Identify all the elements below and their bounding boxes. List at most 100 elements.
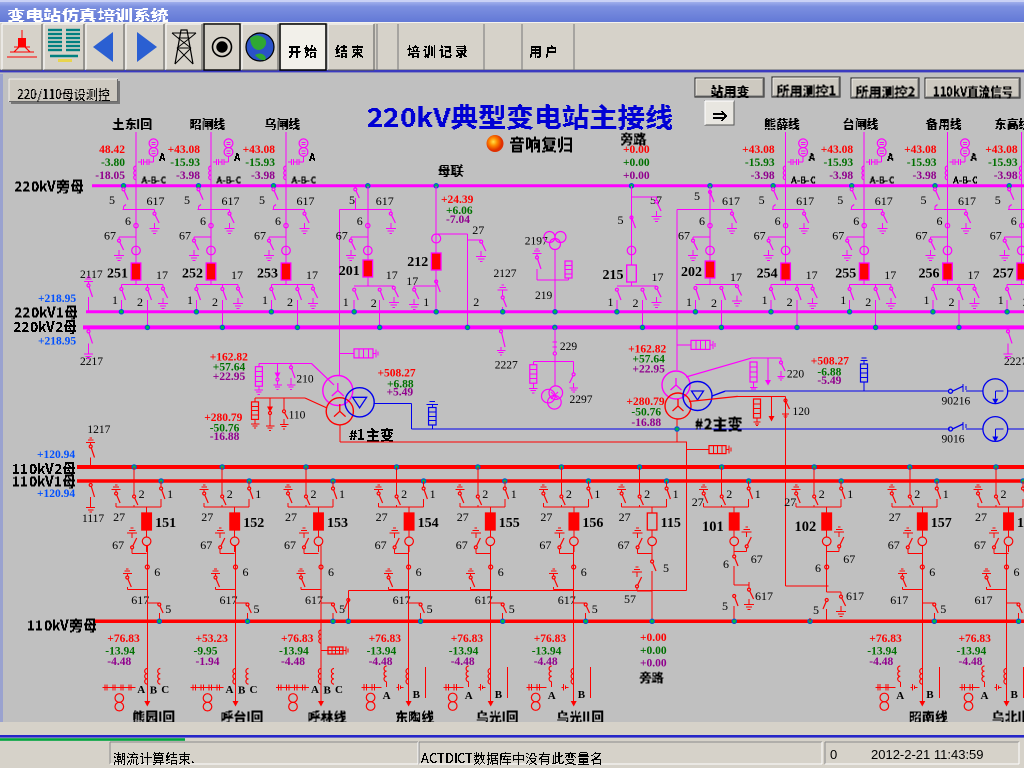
svg-text:2: 2 <box>914 487 920 501</box>
svg-text:6: 6 <box>416 565 422 579</box>
svg-text:C: C <box>250 684 258 696</box>
svg-text:-4.48: -4.48 <box>107 656 131 668</box>
svg-text:48.42: 48.42 <box>99 144 125 156</box>
svg-text:2: 2 <box>726 487 732 501</box>
svg-text:-4.48: -4.48 <box>534 656 558 668</box>
svg-text:251: 251 <box>107 267 128 282</box>
svg-text:67: 67 <box>916 229 928 243</box>
svg-text:+53.23: +53.23 <box>196 633 229 645</box>
svg-text:A: A <box>548 690 556 702</box>
svg-text:27: 27 <box>285 510 297 524</box>
svg-text:B: B <box>578 689 586 701</box>
svg-text:1: 1 <box>262 293 268 307</box>
svg-text:+22.95: +22.95 <box>632 364 665 376</box>
svg-text:A: A <box>465 690 473 702</box>
svg-text:2: 2 <box>819 487 825 501</box>
svg-text:17: 17 <box>231 268 243 282</box>
svg-text:2127: 2127 <box>494 268 517 280</box>
svg-text:617: 617 <box>376 194 394 208</box>
svg-text:27: 27 <box>784 495 796 509</box>
svg-text:617: 617 <box>558 593 576 607</box>
svg-text:+0.00: +0.00 <box>623 157 650 169</box>
svg-text:67: 67 <box>974 538 986 552</box>
svg-text:212: 212 <box>407 255 428 270</box>
svg-text:67: 67 <box>888 538 900 552</box>
svg-text:-16.88: -16.88 <box>631 417 661 429</box>
svg-text:2227: 2227 <box>1004 356 1024 368</box>
svg-text:67: 67 <box>200 538 212 552</box>
svg-text:27: 27 <box>457 510 469 524</box>
svg-text:2217: 2217 <box>80 356 103 368</box>
svg-text:6: 6 <box>853 214 859 228</box>
svg-text:6: 6 <box>581 565 587 579</box>
svg-text:67: 67 <box>284 538 296 552</box>
svg-text:617: 617 <box>890 593 908 607</box>
svg-text:6: 6 <box>723 557 729 571</box>
svg-text:17: 17 <box>156 268 168 282</box>
svg-text:-15.93: -15.93 <box>907 157 937 169</box>
svg-text:2117: 2117 <box>80 269 103 281</box>
svg-text:27: 27 <box>376 510 388 524</box>
svg-text:1: 1 <box>755 487 761 501</box>
svg-text:617: 617 <box>475 593 493 607</box>
svg-text:2: 2 <box>644 487 650 501</box>
svg-text:1: 1 <box>594 487 600 501</box>
svg-text:17: 17 <box>884 268 896 282</box>
svg-text:-4.48: -4.48 <box>869 656 893 668</box>
svg-text:215: 215 <box>603 268 624 283</box>
svg-text:-7.04: -7.04 <box>446 214 470 226</box>
svg-text:17: 17 <box>652 270 664 284</box>
svg-text:-4.48: -4.48 <box>281 656 305 668</box>
svg-text:17: 17 <box>806 268 818 282</box>
svg-text:-15.93: -15.93 <box>745 157 775 169</box>
svg-text:17: 17 <box>386 268 398 282</box>
svg-text:617: 617 <box>131 593 149 607</box>
svg-text:2: 2 <box>711 296 717 310</box>
svg-text:617: 617 <box>846 589 864 603</box>
svg-text:27: 27 <box>113 510 125 524</box>
svg-text:2: 2 <box>139 487 145 501</box>
svg-text:A: A <box>137 684 145 696</box>
svg-text:-3.98: -3.98 <box>176 170 200 182</box>
svg-text:67: 67 <box>112 538 124 552</box>
svg-text:+5.49: +5.49 <box>387 387 414 399</box>
svg-text:6: 6 <box>357 214 363 228</box>
svg-text:254: 254 <box>757 267 778 282</box>
svg-text:+76.83: +76.83 <box>534 633 567 645</box>
svg-text:9016: 9016 <box>942 434 965 446</box>
svg-text:A: A <box>896 690 904 702</box>
svg-text:120: 120 <box>793 406 811 418</box>
svg-text:1: 1 <box>762 293 768 307</box>
svg-text:2012-2-21 11:43:59: 2012-2-21 11:43:59 <box>871 747 984 762</box>
svg-text:-3.98: -3.98 <box>913 170 937 182</box>
svg-text:27: 27 <box>975 510 987 524</box>
svg-text:1: 1 <box>840 293 846 307</box>
svg-text:6: 6 <box>1014 565 1020 579</box>
svg-text:617: 617 <box>220 593 238 607</box>
svg-text:90216: 90216 <box>942 396 971 408</box>
svg-text:17: 17 <box>306 268 318 282</box>
svg-text:67: 67 <box>832 229 844 243</box>
svg-text:155: 155 <box>499 516 520 531</box>
svg-text:1: 1 <box>112 293 118 307</box>
svg-text:2: 2 <box>865 295 871 309</box>
svg-text:2: 2 <box>949 295 955 309</box>
svg-text:156: 156 <box>582 516 603 531</box>
svg-text:-1.94: -1.94 <box>196 656 220 668</box>
svg-text:+120.94: +120.94 <box>37 449 75 461</box>
svg-text:27: 27 <box>889 510 901 524</box>
svg-text:67: 67 <box>618 538 630 552</box>
svg-text:5: 5 <box>722 599 728 613</box>
svg-text:256: 256 <box>919 267 940 282</box>
svg-text:B: B <box>150 685 158 697</box>
svg-text:-4.48: -4.48 <box>959 656 983 668</box>
svg-text:C: C <box>335 684 343 696</box>
svg-text:110: 110 <box>289 410 306 422</box>
svg-text:153: 153 <box>327 516 348 531</box>
svg-text:2227: 2227 <box>495 360 518 372</box>
svg-text:201: 201 <box>339 264 360 279</box>
svg-text:617: 617 <box>305 593 323 607</box>
svg-text:+76.83: +76.83 <box>959 633 992 645</box>
svg-text:1: 1 <box>255 487 261 501</box>
svg-text:6: 6 <box>815 561 821 575</box>
